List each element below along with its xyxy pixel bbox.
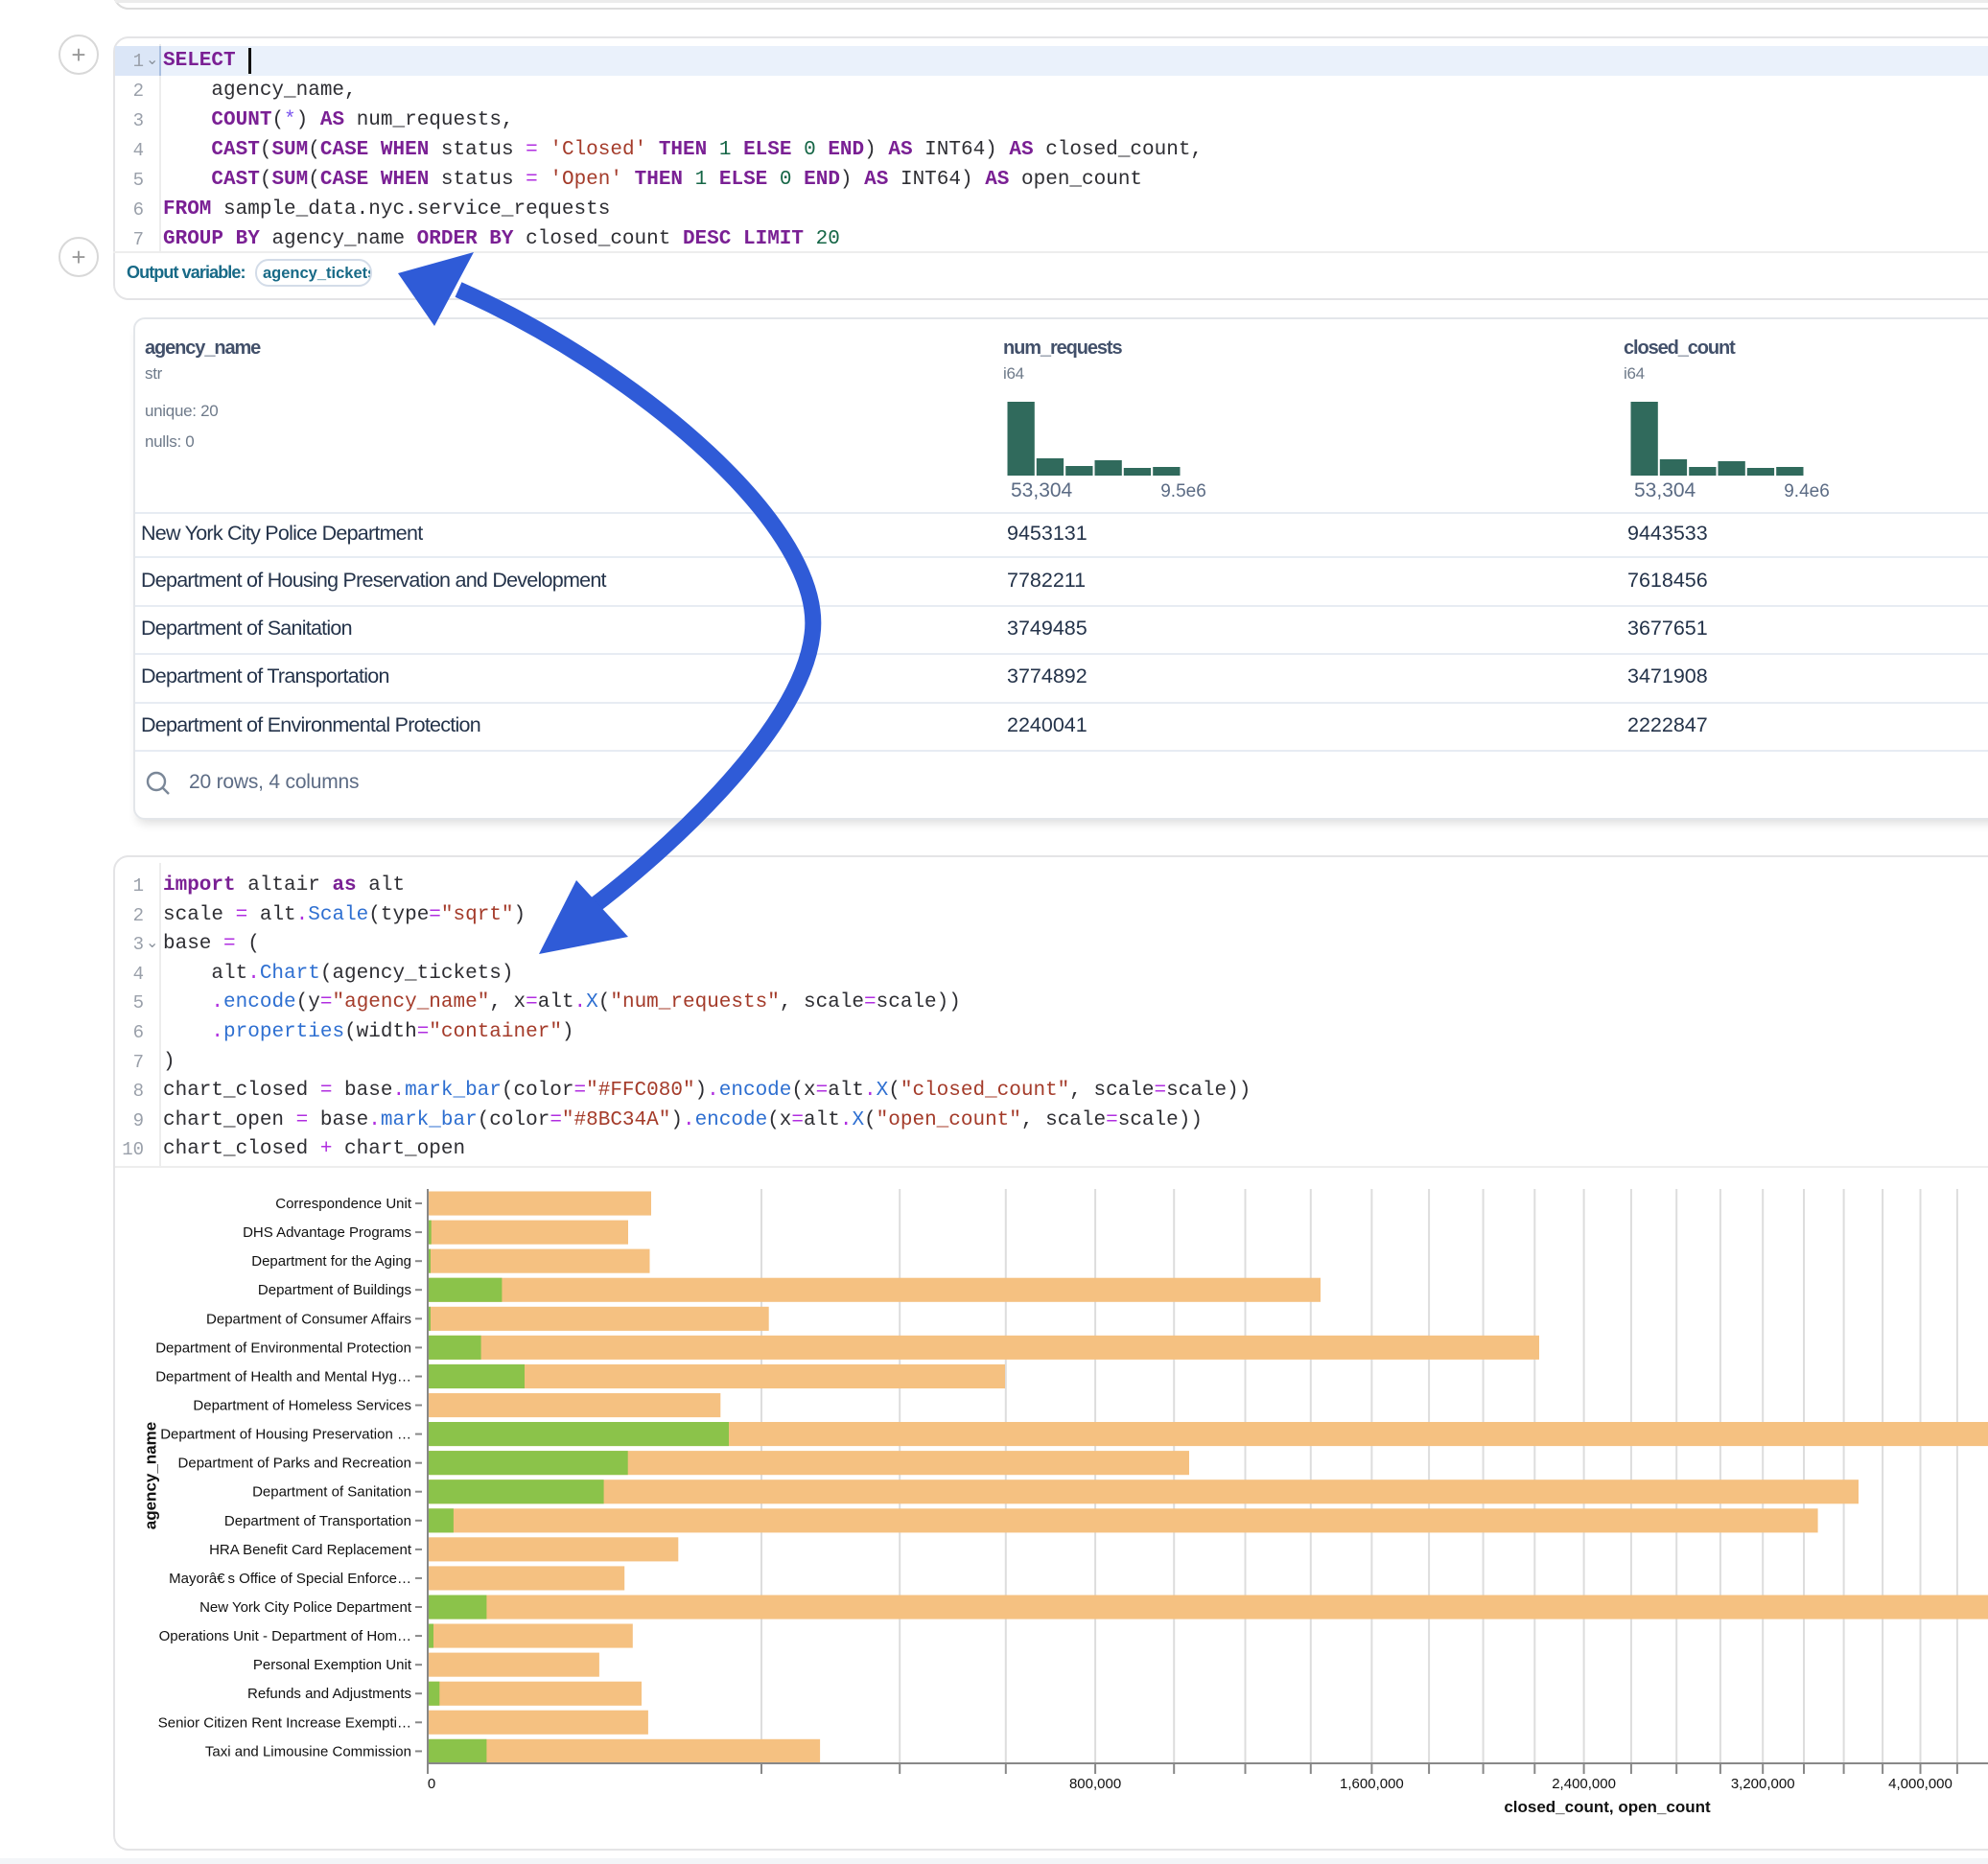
svg-text:HRA Benefit Card Replacement: HRA Benefit Card Replacement [209, 1542, 412, 1558]
svg-text:Department of Parks and Recrea: Department of Parks and Recreation [178, 1456, 411, 1472]
svg-text:53,304: 53,304 [1011, 479, 1073, 501]
svg-text:Department of Homeless Service: Department of Homeless Services [193, 1398, 411, 1414]
svg-text:Refunds and Adjustments: Refunds and Adjustments [247, 1686, 411, 1702]
svg-text:Correspondence Unit: Correspondence Unit [275, 1196, 412, 1212]
svg-text:800,000: 800,000 [1069, 1776, 1121, 1792]
svg-text:Department of Sanitation: Department of Sanitation [252, 1484, 411, 1501]
svg-text:Taxi and Limousine Commission: Taxi and Limousine Commission [205, 1743, 411, 1759]
svg-text:Department of Housing Preserva: Department of Housing Preservation … [160, 1427, 411, 1443]
svg-text:9.4e6: 9.4e6 [1784, 481, 1830, 501]
svg-text:9.5e6: 9.5e6 [1160, 481, 1206, 501]
svg-text:agency_name: agency_name [141, 1422, 159, 1529]
svg-text:Department of Health and Menta: Department of Health and Mental Hyg… [155, 1369, 411, 1386]
svg-text:New York City Police Departmen: New York City Police Department [199, 1599, 412, 1616]
svg-text:4,000,000: 4,000,000 [1888, 1776, 1953, 1792]
svg-text:0: 0 [428, 1776, 435, 1792]
svg-text:Operations Unit - Department o: Operations Unit - Department of Hom… [159, 1628, 411, 1644]
svg-text:DHS Advantage Programs: DHS Advantage Programs [243, 1224, 411, 1241]
svg-text:Personal Exemption Unit: Personal Exemption Unit [253, 1657, 412, 1673]
svg-text:Department for the Aging: Department for the Aging [251, 1253, 411, 1270]
svg-text:2,400,000: 2,400,000 [1552, 1776, 1616, 1792]
svg-text:1,600,000: 1,600,000 [1340, 1776, 1404, 1792]
svg-text:Department of Environmental Pr: Department of Environmental Protection [155, 1340, 411, 1356]
svg-text:Mayorâ€ s Office of Special En: Mayorâ€ s Office of Special Enforce… [169, 1571, 411, 1587]
svg-text:Department of Buildings: Department of Buildings [258, 1282, 411, 1298]
svg-text:53,304: 53,304 [1634, 479, 1696, 501]
svg-text:Department of Transportation: Department of Transportation [224, 1513, 411, 1529]
svg-text:Department of Consumer Affairs: Department of Consumer Affairs [206, 1311, 411, 1327]
svg-text:closed_count, open_count: closed_count, open_count [1504, 1798, 1711, 1816]
svg-text:3,200,000: 3,200,000 [1731, 1776, 1795, 1792]
svg-text:Senior Citizen Rent Increase E: Senior Citizen Rent Increase Exempti… [158, 1714, 411, 1731]
